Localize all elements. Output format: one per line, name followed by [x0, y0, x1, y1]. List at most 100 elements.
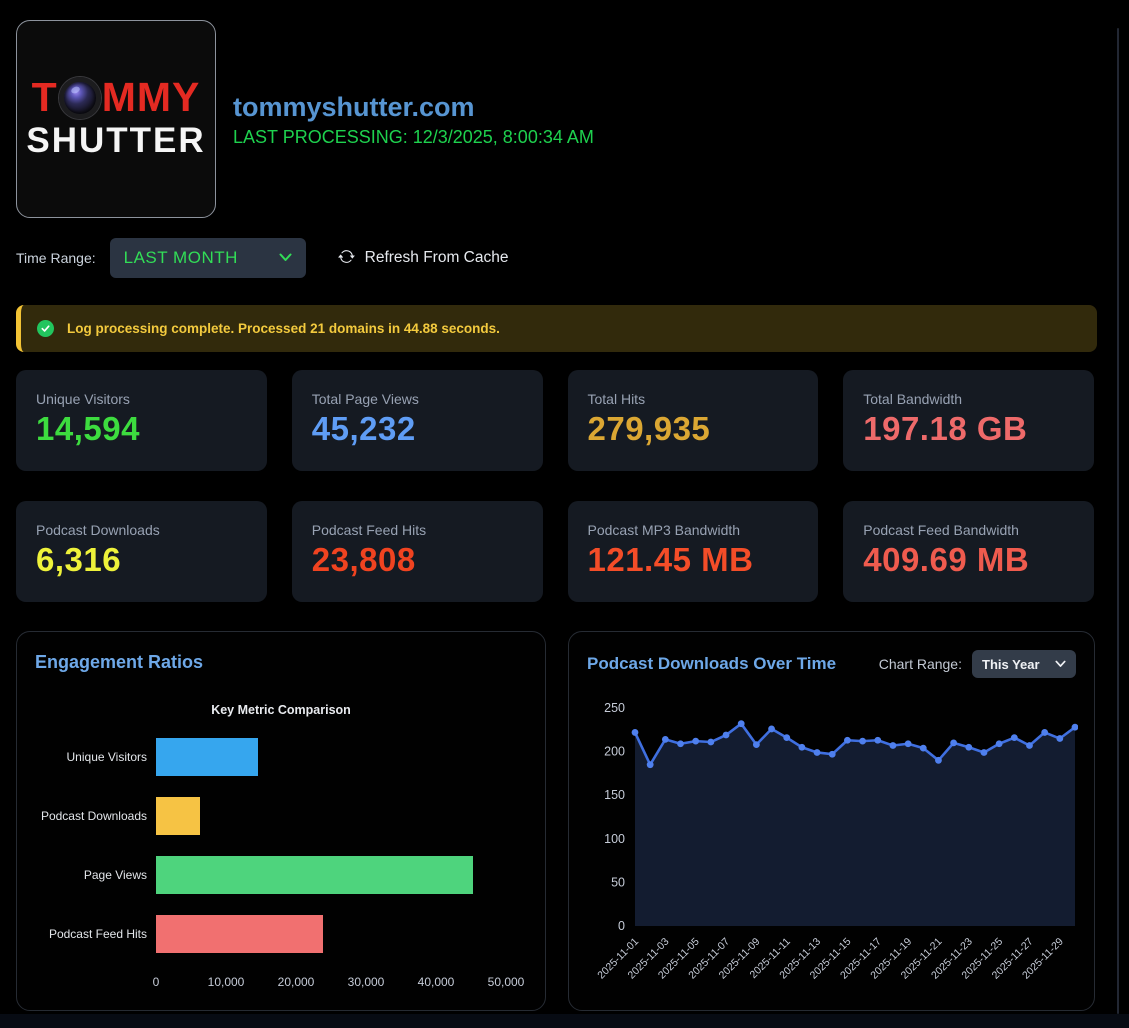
data-point	[829, 751, 836, 758]
data-point	[814, 749, 821, 756]
chart-range-label: Chart Range:	[879, 656, 962, 672]
logo-word-tommy: T MMY	[32, 77, 201, 119]
data-point	[1041, 729, 1048, 736]
bar-track	[156, 797, 506, 835]
data-point	[950, 739, 957, 746]
bar	[156, 738, 258, 776]
refresh-from-cache-button[interactable]: Refresh From Cache	[338, 248, 509, 268]
x-axis-tick-label: 20,000	[278, 975, 315, 989]
x-axis-tick-label: 30,000	[348, 975, 385, 989]
stat-card-podcast-feed-bandwidth: Podcast Feed Bandwidth 409.69 MB	[843, 501, 1094, 602]
bar-track	[156, 856, 506, 894]
bar-row: Podcast Downloads	[35, 797, 527, 835]
y-axis-tick-label: 250	[604, 701, 625, 715]
downloads-over-time-svg: 0501001502002502025-11-012025-11-032025-…	[587, 688, 1078, 990]
stat-card-unique-visitors: Unique Visitors 14,594	[16, 370, 267, 471]
stat-value: 6,316	[36, 540, 247, 580]
refresh-icon	[338, 248, 355, 268]
data-point	[798, 744, 805, 751]
data-point	[1056, 735, 1063, 742]
chevron-down-icon	[279, 249, 292, 267]
data-point	[662, 736, 669, 743]
bar	[156, 856, 473, 894]
controls-row: Time Range: LAST MONTH Refresh From Cach…	[0, 218, 1129, 278]
chart-range-select[interactable]: This Year	[972, 650, 1076, 678]
x-axis-tick-label: 40,000	[418, 975, 455, 989]
y-axis-tick-label: 100	[604, 832, 625, 846]
scrollbar[interactable]	[1117, 28, 1119, 1014]
downloads-panel-header: Podcast Downloads Over Time Chart Range:…	[587, 650, 1076, 678]
data-point	[996, 740, 1003, 747]
bar-chart-title: Key Metric Comparison	[35, 703, 527, 717]
last-processing-timestamp: LAST PROCESSING: 12/3/2025, 8:00:34 AM	[233, 127, 594, 148]
data-point	[874, 737, 881, 744]
logo-word-shutter: SHUTTER	[26, 121, 205, 161]
line-chart: 0501001502002502025-11-012025-11-032025-…	[587, 688, 1076, 995]
data-point	[692, 738, 699, 745]
podcast-downloads-panel: Podcast Downloads Over Time Chart Range:…	[568, 631, 1095, 1011]
logo-text: MMY	[102, 77, 201, 118]
stat-card-podcast-mp3-bandwidth: Podcast MP3 Bandwidth 121.45 MB	[568, 501, 819, 602]
bar-row: Page Views	[35, 856, 527, 894]
dashboard-page: T MMY SHUTTER tommyshutter.com LAST PROCE…	[0, 0, 1129, 1028]
time-range-label: Time Range:	[16, 250, 96, 266]
data-point	[935, 757, 942, 764]
data-point	[890, 742, 897, 749]
stat-label: Podcast MP3 Bandwidth	[588, 522, 799, 538]
data-point	[965, 744, 972, 751]
stat-label: Podcast Feed Bandwidth	[863, 522, 1074, 538]
refresh-button-label: Refresh From Cache	[365, 249, 509, 267]
downloads-panel-title: Podcast Downloads Over Time	[587, 654, 836, 674]
stats-grid: Unique Visitors 14,594 Total Page Views …	[16, 370, 1094, 602]
bar-row: Unique Visitors	[35, 738, 527, 776]
data-point	[920, 745, 927, 752]
y-axis-tick-label: 0	[618, 919, 625, 933]
y-axis-tick-label: 150	[604, 788, 625, 802]
stat-value: 197.18 GB	[863, 409, 1074, 449]
stat-card-total-page-views: Total Page Views 45,232	[292, 370, 543, 471]
data-point	[1026, 742, 1033, 749]
bar-row: Podcast Feed Hits	[35, 915, 527, 953]
time-range-select[interactable]: LAST MONTH	[110, 238, 306, 278]
bar-category-label: Unique Visitors	[35, 750, 156, 764]
stat-label: Podcast Downloads	[36, 522, 247, 538]
bar-track	[156, 915, 506, 953]
data-point	[1011, 734, 1018, 741]
bar-track	[156, 738, 506, 776]
bar	[156, 915, 323, 953]
stat-value: 121.45 MB	[588, 540, 799, 580]
data-point	[723, 732, 730, 739]
chart-range-selected-value: This Year	[982, 657, 1040, 672]
stat-card-total-bandwidth: Total Bandwidth 197.18 GB	[843, 370, 1094, 471]
stat-card-podcast-feed-hits: Podcast Feed Hits 23,808	[292, 501, 543, 602]
stat-label: Total Hits	[588, 391, 799, 407]
logo-text: T	[32, 77, 58, 118]
camera-lens-icon	[59, 77, 101, 119]
page-background-strip	[0, 1014, 1129, 1028]
stat-label: Podcast Feed Hits	[312, 522, 523, 538]
stat-label: Unique Visitors	[36, 391, 247, 407]
stat-value: 45,232	[312, 409, 523, 449]
y-axis-tick-label: 50	[611, 875, 625, 889]
stat-value: 23,808	[312, 540, 523, 580]
stat-label: Total Bandwidth	[863, 391, 1074, 407]
stat-card-total-hits: Total Hits 279,935	[568, 370, 819, 471]
bar-category-label: Podcast Feed Hits	[35, 927, 156, 941]
success-alert: Log processing complete. Processed 21 do…	[16, 305, 1097, 352]
x-axis-tick-label: 0	[153, 975, 160, 989]
x-axis-tick-label: 10,000	[208, 975, 245, 989]
engagement-panel-title: Engagement Ratios	[35, 652, 527, 673]
chevron-down-icon	[1055, 655, 1066, 673]
data-point	[783, 734, 790, 741]
data-point	[859, 738, 866, 745]
time-range-selected-value: LAST MONTH	[124, 248, 238, 268]
bar-category-label: Page Views	[35, 868, 156, 882]
bar	[156, 797, 200, 835]
stat-value: 409.69 MB	[863, 540, 1074, 580]
engagement-ratios-panel: Engagement Ratios Key Metric Comparison …	[16, 631, 546, 1011]
y-axis-tick-label: 200	[604, 745, 625, 759]
alert-message: Log processing complete. Processed 21 do…	[67, 321, 500, 336]
check-circle-icon	[37, 320, 54, 337]
site-title: tommyshutter.com	[233, 92, 594, 123]
stat-card-podcast-downloads: Podcast Downloads 6,316	[16, 501, 267, 602]
